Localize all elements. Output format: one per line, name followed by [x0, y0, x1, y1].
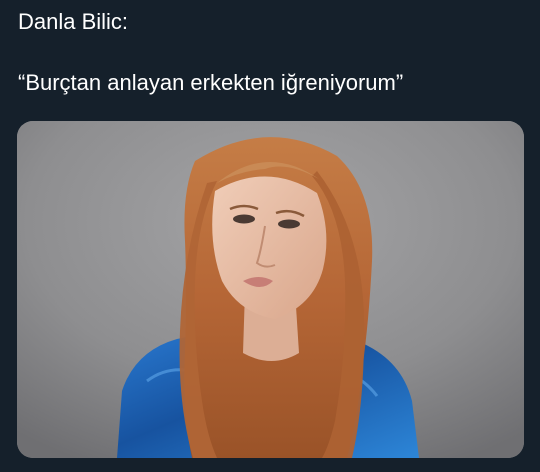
post-text-author: Danla Bilic:: [18, 9, 129, 34]
post-media-card[interactable]: [17, 121, 524, 458]
right-eye: [278, 219, 300, 229]
post-text-quote: “Burçtan anlayan erkekten iğreniyorum”: [18, 70, 404, 95]
portrait-photo-icon: [17, 121, 524, 458]
left-eye: [233, 214, 255, 224]
post-container: Danla Bilic: “Burçtan anlayan erkekten i…: [0, 0, 540, 472]
